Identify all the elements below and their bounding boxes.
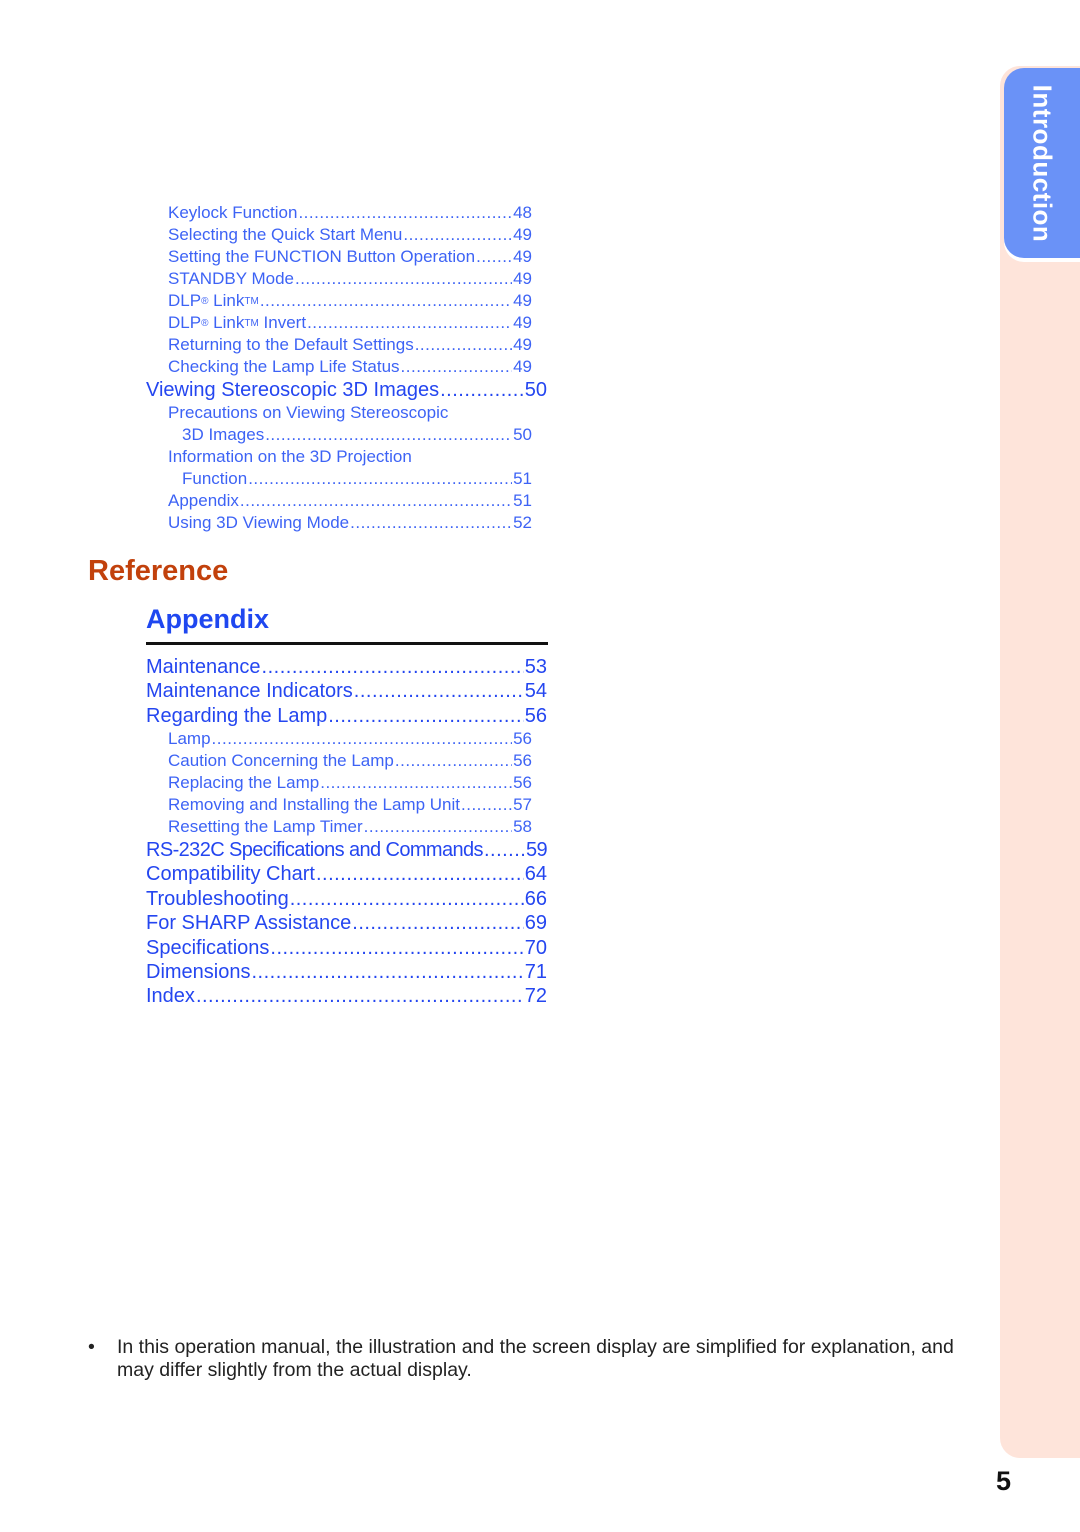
toc-entry[interactable]: Keylock Function48 — [168, 203, 532, 223]
toc-entry-main[interactable]: Compatibility Chart64 — [146, 863, 547, 886]
toc-entry-main[interactable]: RS-232C Specifications and Commands59 — [146, 839, 548, 862]
toc-entry[interactable]: DLP® LinkTM Invert49 — [168, 313, 532, 333]
toc-entry-main[interactable]: Viewing Stereoscopic 3D Images50 — [146, 379, 547, 402]
toc-entry-first-line[interactable]: Precautions on Viewing Stereoscopic — [168, 403, 448, 423]
note-text: In this operation manual, the illustrati… — [117, 1336, 954, 1381]
toc-entry[interactable]: STANDBY Mode49 — [168, 269, 532, 289]
toc-entry[interactable]: Resetting the Lamp Timer58 — [168, 817, 532, 837]
toc-entry[interactable]: Function51 — [182, 469, 532, 489]
toc-entry-main[interactable]: Index72 — [146, 985, 547, 1008]
toc-entry-main[interactable]: Specifications70 — [146, 937, 547, 960]
toc-entry-main[interactable]: Dimensions71 — [146, 961, 547, 984]
toc-entry[interactable]: Removing and Installing the Lamp Unit57 — [168, 795, 532, 815]
page-number: 5 — [996, 1466, 1012, 1496]
toc-entry-main[interactable]: Maintenance Indicators54 — [146, 680, 547, 703]
toc-entry[interactable]: Checking the Lamp Life Status49 — [168, 357, 532, 377]
toc-entry[interactable]: Replacing the Lamp56 — [168, 773, 532, 793]
toc-entry[interactable]: Using 3D Viewing Mode52 — [168, 513, 532, 533]
toc-entry[interactable]: Setting the FUNCTION Button Operation49 — [168, 247, 532, 267]
appendix-heading: Appendix — [146, 604, 270, 634]
toc-entry-main[interactable]: Troubleshooting66 — [146, 888, 547, 911]
toc-entry[interactable]: Lamp56 — [168, 729, 532, 749]
heading-divider — [146, 642, 548, 645]
toc-entry-first-line[interactable]: Information on the 3D Projection — [168, 447, 412, 467]
toc-entry[interactable]: Returning to the Default Settings49 — [168, 335, 532, 355]
toc-entry[interactable]: 3D Images50 — [182, 425, 532, 445]
bullet-icon: • — [88, 1336, 95, 1358]
reference-heading: Reference — [88, 555, 229, 587]
toc-entry-main[interactable]: Maintenance53 — [146, 656, 547, 679]
toc-entry[interactable]: Caution Concerning the Lamp56 — [168, 751, 532, 771]
toc-entry[interactable]: Appendix51 — [168, 491, 532, 511]
chapter-tab-introduction[interactable]: Introduction — [1004, 68, 1080, 258]
toc-entry[interactable]: DLP® LinkTM49 — [168, 291, 532, 311]
chapter-tab-label: Introduction — [1027, 84, 1058, 242]
toc-entry[interactable]: Selecting the Quick Start Menu49 — [168, 225, 532, 245]
toc-entry-main[interactable]: For SHARP Assistance69 — [146, 912, 547, 935]
toc-entry-main[interactable]: Regarding the Lamp56 — [146, 705, 547, 728]
manual-note: • In this operation manual, the illustra… — [88, 1336, 993, 1382]
chapter-tab-strip — [1000, 66, 1080, 1458]
